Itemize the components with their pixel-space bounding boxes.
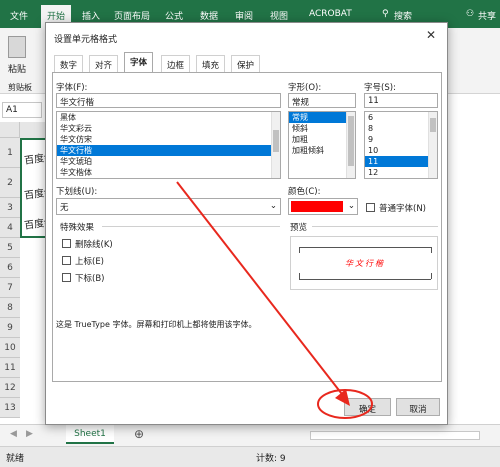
annotation-overlay (176, 181, 373, 419)
annotation-arrow-line (176, 181, 346, 399)
